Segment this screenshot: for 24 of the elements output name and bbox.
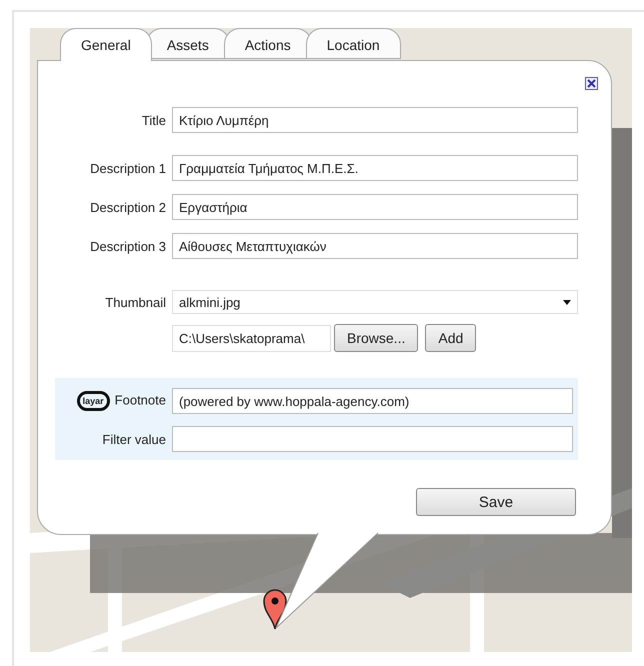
field-label: Description 2	[89, 200, 166, 214]
tab[interactable]: Location	[306, 28, 401, 59]
text-field[interactable]	[172, 426, 573, 452]
file-path-field[interactable]: C:\Users\skatoprama\	[172, 324, 331, 352]
field-label: Thumbnail	[104, 294, 166, 310]
text-field[interactable]: Εργαστήρια	[172, 194, 578, 220]
text-field[interactable]: Αίθουσες Μεταπτυχιακών	[172, 233, 578, 259]
logo: layar	[76, 391, 110, 411]
text-field[interactable]: (powered by www.hoppala-agency.com)	[172, 388, 573, 414]
text-field[interactable]: Κτίριο Λυμπέρη	[172, 107, 578, 133]
field-label: Filter value	[101, 432, 166, 446]
save-button[interactable]: Save	[416, 488, 576, 516]
field-label: Title	[140, 112, 166, 128]
close-icon[interactable]	[585, 77, 598, 90]
browse-button[interactable]: Browse...	[334, 324, 418, 352]
map-pin-icon	[262, 588, 288, 630]
field-label: Footnote	[114, 392, 166, 408]
caret-icon	[563, 300, 571, 304]
tab[interactable]: General	[60, 28, 152, 61]
text-field[interactable]: Γραμματεία Τμήματος Μ.Π.Ε.Σ.	[172, 155, 578, 181]
field-label: Description 1	[89, 160, 166, 176]
add-button[interactable]: Add	[425, 324, 476, 352]
dropdown[interactable]: alkmini.jpg	[172, 290, 578, 314]
field-label: Description 3	[89, 238, 166, 254]
